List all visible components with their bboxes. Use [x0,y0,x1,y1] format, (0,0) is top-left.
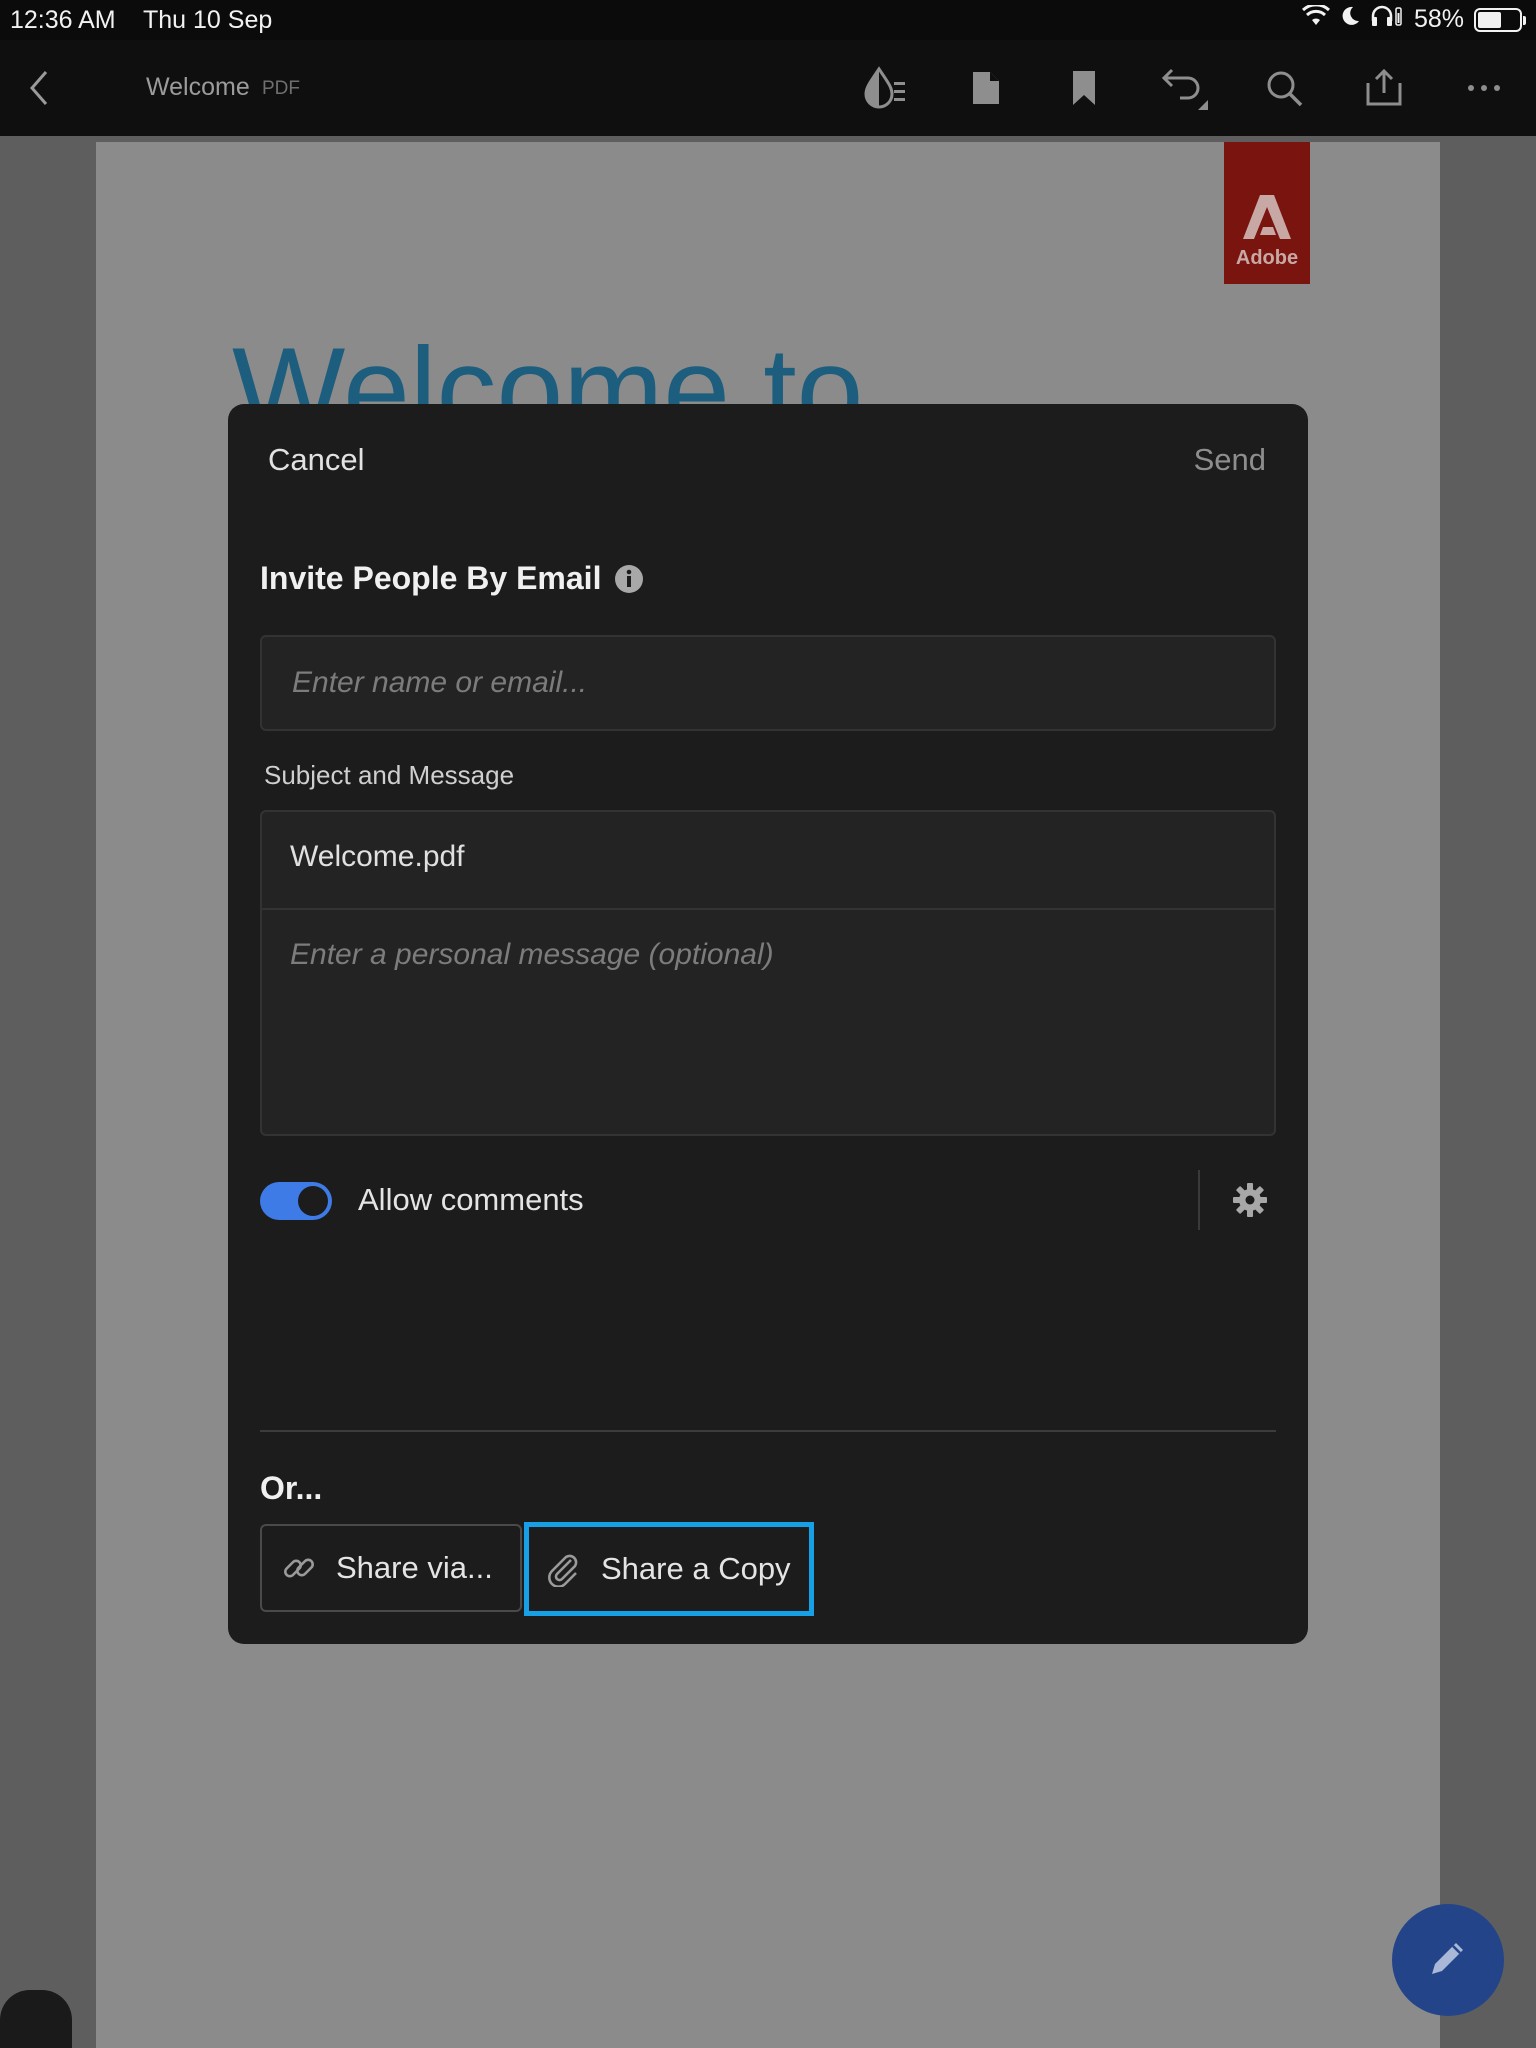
status-date: Thu 10 Sep [143,6,273,34]
share-via-button[interactable]: Share via... [260,1524,522,1612]
share-via-label: Share via... [336,1550,493,1585]
back-icon[interactable] [26,68,50,113]
undo-icon[interactable] [1160,64,1208,112]
liquid-mode-icon[interactable] [860,64,908,112]
moon-icon [1340,5,1360,34]
page-icon[interactable] [962,64,1010,112]
paperclip-icon [545,1551,581,1587]
toggle-knob [298,1186,328,1216]
status-right: 58% [1301,3,1526,34]
search-icon[interactable] [1260,64,1308,112]
battery-percent: 58% [1413,5,1464,33]
cancel-button[interactable]: Cancel [268,442,365,478]
share-a-copy-button[interactable]: Share a Copy [524,1522,814,1616]
page-thumbnail-tab[interactable] [0,1990,72,2048]
pencil-icon [1426,1936,1470,1985]
allow-comments-label: Allow comments [358,1182,584,1217]
link-icon [282,1551,316,1585]
gear-icon[interactable] [1232,1182,1268,1223]
subject-message-box: Welcome.pdf Enter a personal message (op… [260,810,1276,1136]
status-time: 12:36 AM [10,6,116,34]
document-type: PDF [262,78,300,99]
battery-fill [1478,11,1502,28]
share-dialog: Cancel Send Invite People By Email Subje… [228,404,1308,1644]
adobe-logo: Adobe [1224,142,1310,284]
document-title: Welcome [146,73,250,101]
allow-comments-toggle[interactable] [260,1182,332,1220]
or-label: Or... [260,1470,323,1506]
wifi-icon [1301,3,1330,34]
adobe-logo-text: Adobe [1235,247,1299,269]
document-heading: Welcome to [232,330,864,404]
send-button[interactable]: Send [1194,442,1266,478]
share-icon[interactable] [1360,64,1408,112]
bookmark-icon[interactable] [1060,64,1108,112]
subject-label: Subject and Message [264,760,515,790]
status-bar: 12:36 AM Thu 10 Sep 58% [0,0,1536,40]
headphones-icon [1370,5,1404,34]
info-icon[interactable] [614,564,644,599]
top-toolbar: Welcome PDF [0,40,1536,136]
settings-divider [1198,1170,1200,1230]
message-field[interactable]: Enter a personal message (optional) [262,910,1274,972]
email-input[interactable] [260,635,1276,731]
edit-fab-button[interactable] [1392,1904,1504,2016]
subject-field[interactable]: Welcome.pdf [262,812,1274,910]
section-divider [260,1430,1276,1432]
more-icon[interactable] [1460,64,1508,112]
battery-icon [1474,7,1526,32]
share-a-copy-label: Share a Copy [601,1551,791,1586]
invite-title: Invite People By Email [260,560,602,596]
